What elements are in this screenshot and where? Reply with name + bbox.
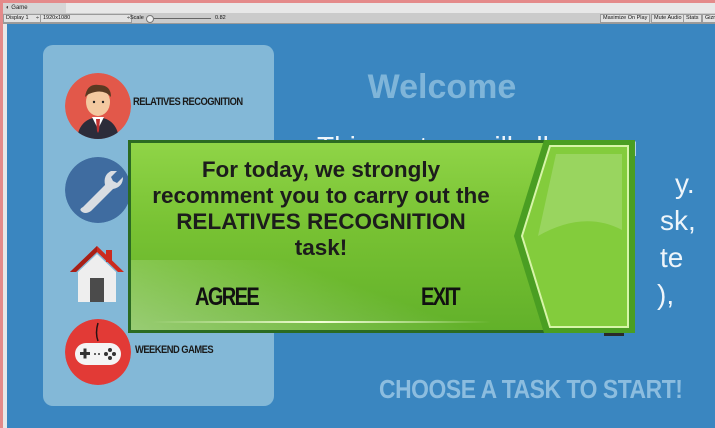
dialog-message-line: RELATIVES RECOGNITION	[176, 209, 466, 234]
intro-line: te	[660, 242, 684, 273]
menu-item-settings[interactable]	[65, 157, 135, 225]
resolution-select[interactable]: 1920x1080 ÷	[40, 14, 132, 23]
dialog-message: For today, we strongly recomment you to …	[135, 157, 507, 261]
dialog-message-line: task!	[294, 235, 348, 260]
game-tab-label: Game	[11, 5, 28, 11]
dialog-message-line: recomment you to carry out the	[152, 183, 490, 208]
scale-slider-track[interactable]	[151, 18, 211, 19]
menu-item-label: RELATIVES RECOGNITION	[133, 96, 243, 108]
display-select-value: Display 1	[6, 15, 29, 21]
dropdown-arrow-icon: ÷	[35, 15, 39, 21]
game-tab-icon: ◐	[6, 5, 10, 11]
task-suggestion-dialog: For today, we strongly recomment you to …	[128, 140, 635, 333]
gamepad-icon	[65, 319, 131, 385]
game-view-toolbar: Display 1 ÷ 1920x1080 ÷ Scale 0.82 Maxim…	[3, 13, 715, 24]
stats-button[interactable]: Stats	[683, 14, 702, 23]
scale-value: 0.82	[215, 15, 226, 21]
dialog-shine	[131, 260, 521, 330]
chevron-arrow-icon	[514, 140, 635, 333]
intro-line: sk,	[660, 205, 696, 236]
man-avatar-icon	[65, 73, 131, 139]
agree-button[interactable]: AGREE	[195, 283, 260, 312]
intro-line: ),	[657, 279, 675, 310]
exit-button[interactable]: EXIT	[421, 283, 461, 312]
choose-task-prompt: CHOOSE A TASK TO START!	[379, 374, 683, 404]
menu-item-home[interactable]	[62, 238, 132, 306]
mute-audio-button[interactable]: Mute Audio	[651, 14, 685, 23]
wrench-icon	[65, 157, 131, 223]
resolution-select-value: 1920x1080	[43, 15, 71, 21]
scale-label: Scale	[130, 15, 144, 21]
scale-slider-knob[interactable]	[146, 15, 154, 23]
dialog-divider	[151, 321, 491, 323]
gizmos-button[interactable]: Gizmos	[702, 14, 715, 23]
game-tab[interactable]: ◐ Game	[3, 3, 66, 13]
menu-item-label: WEEKEND GAMES	[135, 344, 214, 356]
game-view: RELATIVES RECOGNITION WEEKEND GAMES Welc…	[7, 24, 715, 428]
display-select[interactable]: Display 1 ÷	[3, 14, 41, 23]
intro-line: y.	[675, 168, 695, 199]
welcome-title: Welcome	[367, 68, 517, 106]
house-icon	[70, 246, 124, 302]
maximize-on-play-button[interactable]: Maximize On Play	[600, 14, 651, 23]
menu-item-relatives-recognition[interactable]: RELATIVES RECOGNITION	[65, 73, 285, 141]
dialog-message-line: For today, we strongly	[201, 157, 441, 182]
